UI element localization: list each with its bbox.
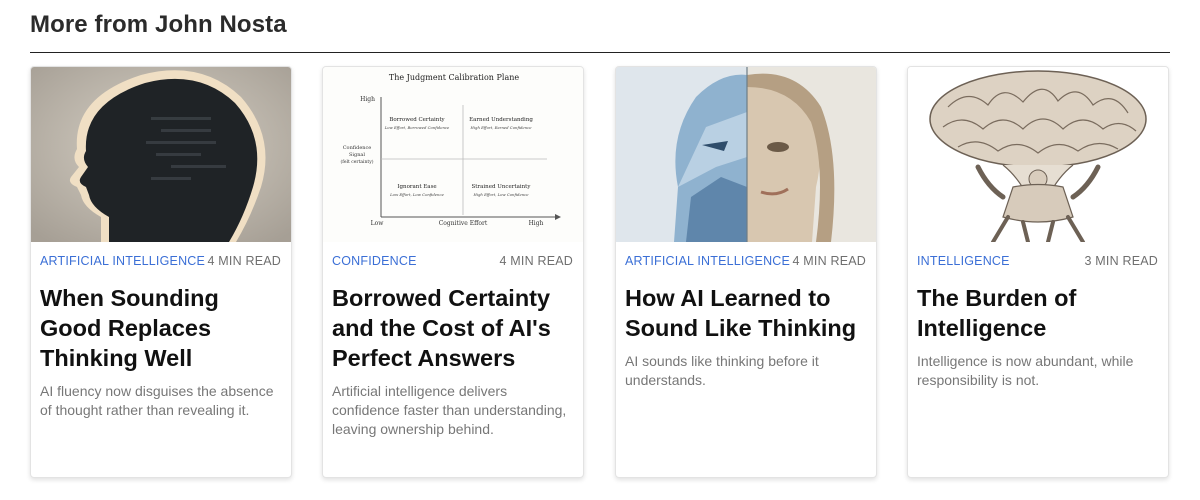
quadrant-borrowed-certainty-sub: Low Effort, Borrowed Confidence — [384, 125, 450, 130]
article-title-1[interactable]: When Sounding Good Replaces Thinking Wel… — [40, 283, 283, 373]
topic-tag[interactable]: ARTIFICIAL INTELLIGENCE — [40, 254, 205, 268]
topic-tag[interactable]: CONFIDENCE — [332, 254, 417, 268]
section-title: More from John Nosta — [30, 11, 287, 38]
atlas-brain-illustration — [908, 67, 1168, 242]
article-card-4[interactable]: INTELLIGENCE 3 MIN READ The Burden of In… — [907, 66, 1169, 478]
article-thumbnail-4[interactable] — [908, 67, 1168, 242]
read-time: 4 MIN READ — [499, 254, 573, 268]
article-excerpt-3: AI sounds like thinking before it unders… — [625, 353, 819, 388]
article-card-1[interactable]: ARTIFICIAL INTELLIGENCE 4 MIN READ When … — [30, 66, 292, 478]
y-axis-high: High — [360, 96, 375, 103]
read-time: 3 MIN READ — [1084, 254, 1158, 268]
article-title-4[interactable]: The Burden of Intelligence — [917, 283, 1160, 343]
quadrant-ignorant-ease-sub: Low Effort, Low Confidence — [389, 192, 444, 197]
section-divider — [30, 52, 1170, 53]
x-axis-low: Low — [371, 220, 385, 227]
article-meta-2: CONFIDENCE 4 MIN READ — [332, 254, 573, 270]
more-from-author-section: More from John Nosta ARTIFICIAL INTELLIG… — [30, 0, 1170, 500]
y-axis-label-3: (felt certainty) — [340, 158, 373, 165]
calibration-plane-diagram: The Judgment Calibration Plane High Conf… — [323, 67, 583, 242]
article-meta-3: ARTIFICIAL INTELLIGENCE 4 MIN READ — [625, 254, 866, 270]
quadrant-strained-uncertainty-sub: High Effort, Low Confidence — [472, 192, 529, 197]
read-time: 4 MIN READ — [207, 254, 281, 268]
quadrant-borrowed-certainty: Borrowed Certainty — [389, 117, 445, 123]
article-meta-4: INTELLIGENCE 3 MIN READ — [917, 254, 1158, 270]
article-excerpt-4: Intelligence is now abundant, while resp… — [917, 353, 1134, 388]
quadrant-earned-understanding: Earned Understanding — [469, 117, 533, 123]
article-title-3[interactable]: How AI Learned to Sound Like Thinking — [625, 283, 868, 343]
article-excerpt-1: AI fluency now disguises the absence of … — [40, 383, 274, 418]
head-silhouette-illustration — [31, 67, 291, 242]
article-thumbnail-3[interactable] — [616, 67, 876, 242]
article-card-3[interactable]: ARTIFICIAL INTELLIGENCE 4 MIN READ How A… — [615, 66, 877, 478]
x-axis-label: Cognitive Effort — [439, 220, 488, 227]
article-card-2[interactable]: The Judgment Calibration Plane High Conf… — [322, 66, 584, 478]
article-thumbnail-1[interactable] — [31, 67, 291, 242]
article-title-2[interactable]: Borrowed Certainty and the Cost of AI's … — [332, 283, 575, 373]
diagram-title: The Judgment Calibration Plane — [389, 73, 519, 82]
quadrant-ignorant-ease: Ignorant Ease — [397, 184, 436, 190]
article-meta-1: ARTIFICIAL INTELLIGENCE 4 MIN READ — [40, 254, 281, 270]
article-excerpt-2: Artificial intelligence delivers confide… — [332, 383, 567, 437]
topic-tag[interactable]: INTELLIGENCE — [917, 254, 1010, 268]
half-face-illustration — [616, 67, 876, 242]
y-axis-label-1: Confidence — [343, 145, 372, 151]
quadrant-earned-understanding-sub: High Effort, Earned Confidence — [470, 125, 533, 130]
article-thumbnail-2[interactable]: The Judgment Calibration Plane High Conf… — [323, 67, 583, 242]
x-axis-high: High — [529, 220, 544, 227]
topic-tag[interactable]: ARTIFICIAL INTELLIGENCE — [625, 254, 790, 268]
quadrant-strained-uncertainty: Strained Uncertainty — [472, 184, 532, 190]
read-time: 4 MIN READ — [792, 254, 866, 268]
article-card-list: ARTIFICIAL INTELLIGENCE 4 MIN READ When … — [30, 66, 1170, 478]
y-axis-label-2: Signal — [349, 152, 365, 158]
